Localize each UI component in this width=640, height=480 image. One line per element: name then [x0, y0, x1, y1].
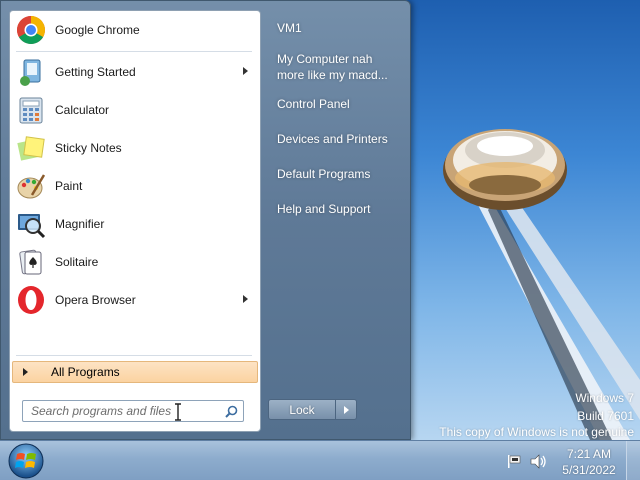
system-clock[interactable]: 7:21 AM 5/31/2022 [556, 446, 622, 478]
program-label: Getting Started [55, 65, 136, 79]
program-calculator[interactable]: Calculator [12, 92, 258, 128]
submenu-arrow-icon[interactable] [243, 295, 248, 303]
watermark-genuine-notice: This copy of Windows is not genuine [439, 425, 634, 439]
expand-arrow-icon [23, 368, 28, 376]
volume-icon[interactable] [530, 454, 548, 469]
start-orb-button[interactable] [6, 442, 46, 480]
submenu-arrow-icon[interactable] [243, 67, 248, 75]
paint-icon [15, 170, 47, 202]
divider [16, 51, 252, 52]
clock-date: 5/31/2022 [562, 463, 616, 477]
devices-printers-link[interactable]: Devices and Printers [277, 132, 388, 146]
default-programs-link[interactable]: Default Programs [277, 167, 370, 181]
program-getting-started[interactable]: Getting Started [12, 54, 258, 90]
program-label: Calculator [55, 103, 110, 117]
opera-icon [15, 284, 47, 316]
program-paint[interactable]: Paint [12, 168, 258, 204]
action-center-flag-icon[interactable] [506, 454, 522, 469]
getting-started-icon [15, 56, 47, 88]
computer-link-line1: My Computer nah [277, 52, 373, 66]
help-support-link[interactable]: Help and Support [277, 202, 370, 216]
program-opera-browser[interactable]: Opera Browser [12, 282, 258, 318]
program-google-chrome[interactable]: Google Chrome [12, 12, 258, 48]
sticky-notes-icon [15, 132, 47, 164]
program-label: Paint [55, 179, 83, 193]
lock-button[interactable]: Lock [268, 399, 336, 420]
clock-time: 7:21 AM [566, 447, 612, 461]
watermark-edition: Windows 7 [575, 391, 634, 405]
computer-link-line2: more like my macd... [277, 68, 388, 82]
magnifier-icon [15, 208, 47, 240]
chrome-icon [15, 14, 47, 46]
program-solitaire[interactable]: Solitaire [12, 244, 258, 280]
program-label: Google Chrome [55, 23, 140, 37]
program-magnifier[interactable]: Magnifier [12, 206, 258, 242]
computer-link[interactable]: My Computer nah more like my macd... [277, 51, 388, 83]
program-label: Sticky Notes [55, 141, 122, 155]
user-folder-link[interactable]: VM1 [277, 21, 302, 35]
start-menu: Google Chrome Getting Started Calculator… [0, 0, 411, 440]
search-icon[interactable] [225, 405, 238, 421]
divider [16, 355, 252, 356]
program-label: Opera Browser [55, 293, 136, 307]
watermark-build: Build 7601 [577, 409, 634, 423]
search-placeholder: Search programs and files [31, 404, 172, 418]
shutdown-options-button[interactable] [335, 399, 357, 420]
program-label: Magnifier [55, 217, 105, 231]
start-menu-programs-pane: Google Chrome Getting Started Calculator… [9, 10, 261, 432]
all-programs-label: All Programs [51, 365, 120, 379]
text-cursor-icon [175, 403, 181, 421]
show-desktop-button[interactable] [626, 441, 640, 480]
search-programs-input[interactable]: Search programs and files [22, 400, 244, 422]
control-panel-link[interactable]: Control Panel [277, 97, 350, 111]
solitaire-icon [15, 246, 47, 278]
taskbar: 7:21 AM 5/31/2022 [0, 440, 640, 480]
all-programs-button[interactable]: All Programs [12, 361, 258, 383]
calculator-icon [15, 94, 47, 126]
chevron-right-icon [344, 406, 349, 414]
program-sticky-notes[interactable]: Sticky Notes [12, 130, 258, 166]
program-label: Solitaire [55, 255, 99, 269]
